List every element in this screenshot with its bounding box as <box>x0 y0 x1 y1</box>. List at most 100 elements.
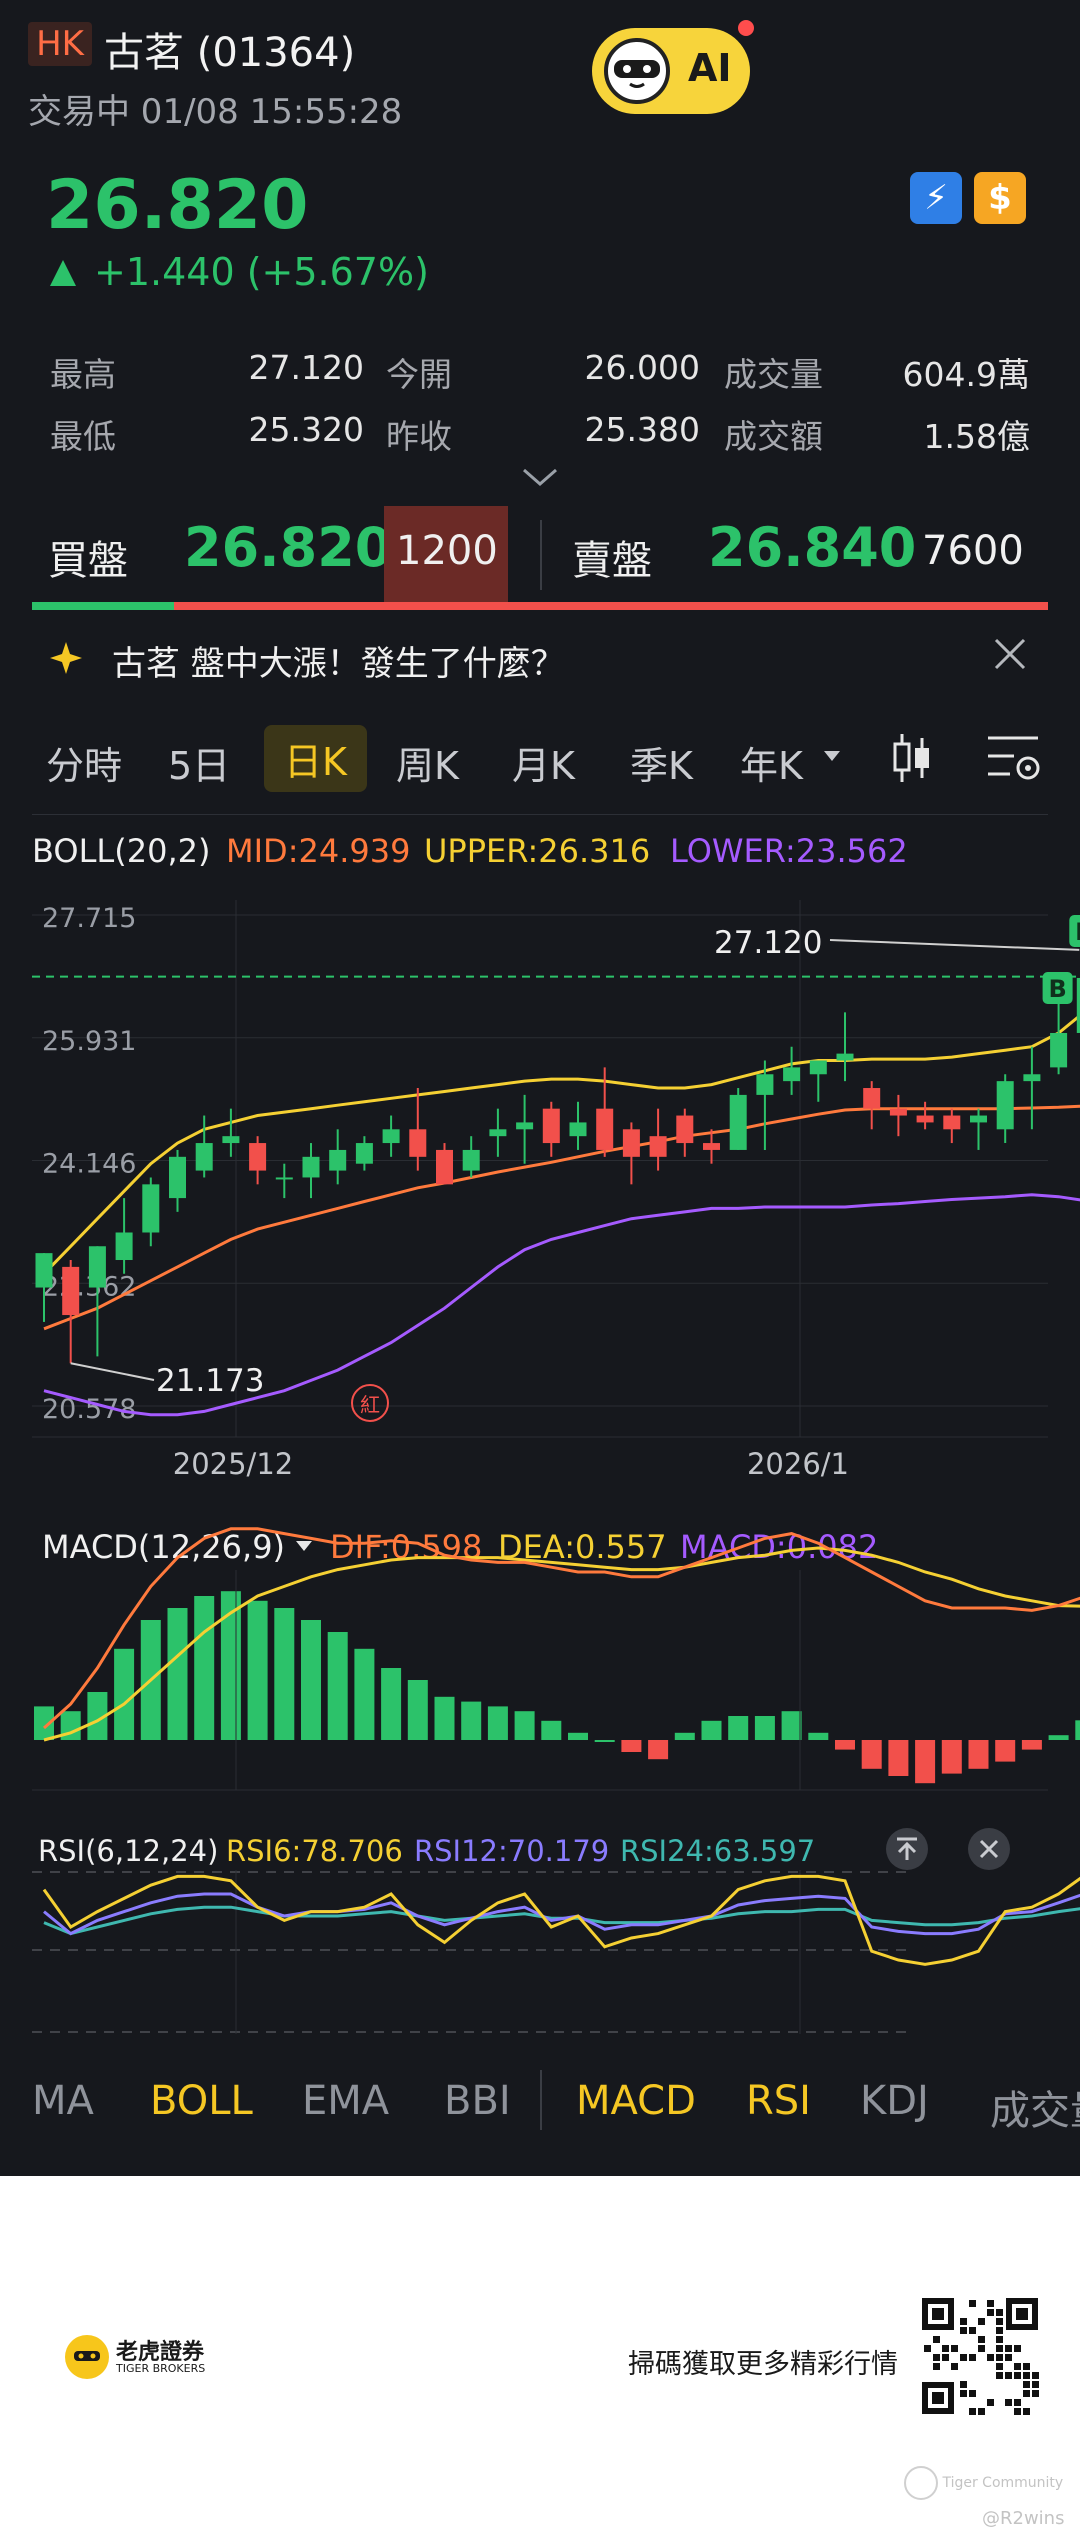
qr-module <box>942 2345 949 2352</box>
candle-body <box>409 1129 427 1157</box>
qr-module <box>924 2345 931 2352</box>
indicator-tab-kdj[interactable]: KDJ <box>860 2078 929 2124</box>
ask-price: 26.840 <box>708 516 917 579</box>
expand-chevron-icon[interactable] <box>520 464 560 494</box>
indicator-tab-ema[interactable]: EMA <box>302 2078 389 2124</box>
candle-body <box>35 1253 53 1288</box>
community-logo-icon <box>904 2466 938 2500</box>
y-tick-label: 27.715 <box>42 903 136 934</box>
indicator-tab-ma[interactable]: MA <box>32 2078 94 2124</box>
tab-weekly-k[interactable]: 周K <box>396 735 459 790</box>
boll-upper-line <box>42 1013 1080 1275</box>
y-tick-label: 25.931 <box>42 1026 136 1057</box>
indicator-tab-boll[interactable]: BOLL <box>150 2078 253 2124</box>
qr-module <box>1005 2354 1012 2361</box>
candle-body <box>596 1108 614 1150</box>
bid-ratio-fill <box>32 602 175 610</box>
candlestick-icon[interactable] <box>888 730 936 790</box>
ai-label: AI <box>688 46 732 90</box>
qr-module <box>942 2354 949 2361</box>
ask-qty: 7600 <box>922 528 1024 574</box>
qr-finder <box>1006 2298 1012 2330</box>
qr-module <box>969 2327 976 2334</box>
candle-body <box>275 1177 293 1180</box>
macd-histogram-bar <box>274 1608 295 1740</box>
qr-finder <box>948 2382 954 2414</box>
macd-histogram-bar <box>381 1668 402 1740</box>
candle-body <box>329 1149 347 1171</box>
qr-module <box>1005 2399 1012 2406</box>
tab-quarterly-k[interactable]: 季K <box>630 735 693 790</box>
dollar-icon[interactable]: $ <box>974 172 1026 224</box>
macd-histogram-bar <box>1021 1740 1042 1750</box>
qr-module <box>978 2336 985 2343</box>
orderbook-ratio-bar <box>32 602 1048 610</box>
ai-assistant-button[interactable]: AI <box>592 28 750 114</box>
qr-module <box>1023 2408 1030 2415</box>
tab-daily-k[interactable]: 日K <box>264 725 367 792</box>
tiger-brokers-logo <box>64 2334 110 2384</box>
qr-module <box>996 2345 1003 2352</box>
qr-module <box>960 2390 967 2397</box>
ask-label: 賣盤 <box>572 538 652 584</box>
macd-histogram-bar <box>541 1720 562 1740</box>
indicator-tab-rsi[interactable]: RSI <box>746 2078 811 2124</box>
candle-body <box>115 1232 133 1261</box>
dropdown-caret-icon[interactable] <box>822 748 842 767</box>
macd-histogram-bar <box>114 1648 135 1740</box>
qr-finder <box>1016 2308 1028 2320</box>
macd-histogram-bar <box>835 1740 855 1750</box>
qr-code[interactable] <box>920 2296 1040 2416</box>
indicator-tab-bbi[interactable]: BBI <box>444 2078 511 2124</box>
macd-histogram-bar <box>407 1680 428 1740</box>
macd-histogram-bar <box>167 1608 188 1740</box>
high-label-leader <box>829 939 1080 951</box>
high-price-label: 27.120 <box>714 925 822 961</box>
qr-module <box>996 2327 1003 2334</box>
qr-module <box>1032 2390 1039 2397</box>
qr-module <box>969 2354 976 2361</box>
tiger-mascot-icon <box>604 38 670 104</box>
chart-settings-icon[interactable] <box>984 730 1044 790</box>
qr-finder <box>922 2298 928 2330</box>
bid-label: 買盤 <box>48 538 128 584</box>
qr-module <box>996 2363 1003 2370</box>
divider <box>32 814 1048 815</box>
candle-body <box>249 1143 267 1171</box>
qr-module <box>1014 2372 1021 2379</box>
macd-histogram-bar <box>568 1732 588 1740</box>
stock-chart[interactable]: 27.71525.93124.14622.36220.57827.12021.1… <box>0 860 1080 2040</box>
macd-histogram-bar <box>701 1720 722 1740</box>
candle-body <box>783 1067 801 1082</box>
close-icon[interactable] <box>990 634 1030 678</box>
candle-body <box>222 1136 240 1144</box>
lightning-icon[interactable]: ⚡ <box>910 172 962 224</box>
qr-module <box>978 2408 985 2415</box>
trading-status: 交易中 01/08 15:55:28 <box>28 92 403 132</box>
qr-module <box>987 2399 994 2406</box>
qr-module <box>978 2318 985 2325</box>
community-text: Tiger Community <box>942 2475 1064 2491</box>
tab-intraday[interactable]: 分時 <box>46 735 122 790</box>
low-price-label: 21.173 <box>156 1363 264 1399</box>
indicator-tab-volume[interactable]: 成交量 <box>990 2078 1080 2136</box>
qr-module <box>1023 2372 1030 2379</box>
candle-body <box>542 1108 560 1144</box>
tab-monthly-k[interactable]: 月K <box>512 735 575 790</box>
qr-finder <box>1032 2298 1038 2330</box>
indicator-tab-macd[interactable]: MACD <box>576 2078 696 2124</box>
qr-module <box>996 2309 1003 2316</box>
orderbook-divider <box>540 520 542 590</box>
bid-qty: 1200 <box>396 528 498 574</box>
stat-value-low: 25.320 <box>248 410 364 449</box>
tab-yearly-k[interactable]: 年K <box>740 735 803 790</box>
stat-label-high: 最高 <box>50 355 116 394</box>
tab-5day[interactable]: 5日 <box>168 735 230 790</box>
qr-module <box>1005 2345 1012 2352</box>
news-banner[interactable]: 古茗 盤中大漲！發生了什麼？ <box>0 620 1080 694</box>
red-marker-label: 紅 <box>360 1393 380 1417</box>
macd-histogram-bar <box>941 1740 962 1774</box>
boll-mid-line <box>43 1104 1080 1331</box>
candle-body <box>916 1115 934 1123</box>
qr-module <box>951 2345 958 2352</box>
